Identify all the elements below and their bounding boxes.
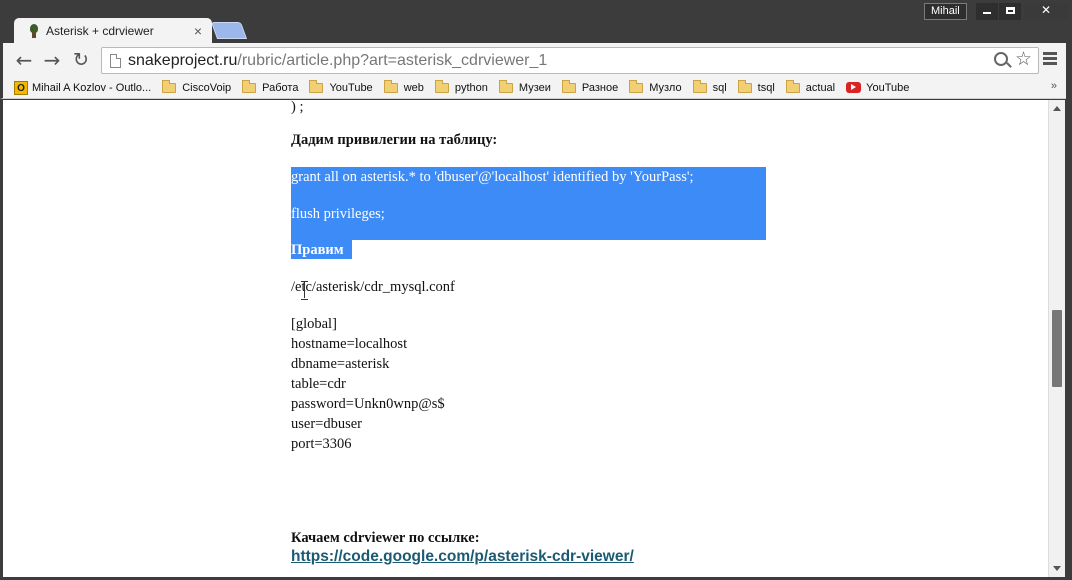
folder-icon — [434, 79, 449, 93]
outlook-icon: O — [14, 80, 28, 95]
config-line: hostname=localhost — [291, 336, 408, 352]
folder-icon — [692, 79, 707, 93]
download-heading: Качаем cdrviewer по ссылке: — [291, 530, 480, 546]
bookmark-star-icon[interactable]: ☆ — [1015, 49, 1032, 71]
search-icon[interactable] — [994, 52, 1008, 66]
bookmark-item[interactable]: web — [383, 79, 424, 94]
tab-title: Asterisk + cdrviewer — [46, 23, 154, 38]
download-link[interactable]: https://code.google.com/p/asterisk-cdr-v… — [291, 548, 634, 565]
bookmark-item[interactable]: sql — [692, 79, 727, 94]
address-bar[interactable]: snakeproject.ru/rubric/article.php?art=a… — [101, 47, 1039, 74]
page-icon — [110, 53, 121, 68]
folder-icon — [242, 79, 257, 93]
bookmark-label: Разное — [581, 81, 619, 94]
grant-command: grant all on asterisk.* to 'dbuser'@'loc… — [291, 169, 694, 185]
url-host: snakeproject.ru — [128, 51, 238, 69]
title-bar: Asterisk + cdrviewer × Mihail ✕ — [0, 0, 1072, 43]
folder-icon — [561, 79, 576, 93]
privileges-heading: Дадим привилегии на таблицу: — [291, 132, 498, 148]
edit-heading: Правим — [291, 242, 344, 258]
scrollbar-thumb[interactable] — [1052, 310, 1062, 387]
bookmark-label: tsql — [757, 81, 775, 94]
bookmark-item[interactable]: Музло — [629, 79, 682, 94]
bookmark-label: Работа — [262, 81, 299, 94]
bookmark-label: YouTube — [866, 81, 910, 94]
code-fragment: ) ; — [291, 100, 304, 115]
folder-icon — [737, 79, 752, 93]
bookmark-item[interactable]: tsql — [737, 79, 775, 94]
tab-asterisk-cdrviewer[interactable]: Asterisk + cdrviewer × — [14, 18, 212, 43]
bookmark-item[interactable]: YouTube — [309, 79, 373, 94]
bookmark-label: actual — [805, 81, 836, 94]
vertical-scrollbar[interactable] — [1048, 100, 1065, 577]
new-tab-button[interactable] — [210, 22, 248, 39]
minimize-button[interactable] — [976, 3, 998, 20]
config-line: table=cdr — [291, 376, 346, 392]
asterisk-favicon-icon — [28, 23, 40, 38]
chrome-menu-icon[interactable] — [1043, 52, 1057, 66]
bookmark-label: web — [403, 81, 424, 94]
bookmark-label: Mihail A Kozlov - Outlo... — [32, 81, 152, 94]
bookmark-item[interactable]: Работа — [242, 79, 299, 94]
folder-icon — [498, 79, 513, 93]
bookmark-label: Музеи — [518, 81, 551, 94]
folder-icon — [629, 79, 644, 93]
bookmark-item[interactable]: Разное — [561, 79, 619, 94]
back-button[interactable]: ← — [12, 48, 36, 72]
browser-toolbar: ← → ↻ snakeproject.ru/rubric/article.php… — [0, 43, 1072, 77]
config-line: user=dbuser — [291, 416, 362, 432]
bookmark-label: YouTube — [329, 81, 373, 94]
bookmark-item[interactable]: Музеи — [498, 79, 551, 94]
page-content: ) ; Дадим привилегии на таблицу: grant a… — [3, 100, 1048, 577]
folder-icon — [383, 79, 398, 93]
bookmark-label: Музло — [649, 81, 682, 94]
bookmark-item[interactable]: actual — [785, 79, 836, 94]
bookmark-label: sql — [712, 81, 727, 94]
profile-user-button[interactable]: Mihail — [924, 3, 967, 20]
tab-close-icon[interactable]: × — [192, 24, 204, 38]
url-path: /rubric/article.php?art=asterisk_cdrview… — [237, 51, 548, 69]
youtube-icon — [846, 82, 862, 93]
bookmarks-overflow-button[interactable]: » — [1051, 80, 1057, 92]
config-line: [global] — [291, 316, 337, 332]
maximize-icon — [1005, 7, 1015, 14]
folder-icon — [309, 79, 324, 93]
bookmark-label: CiscoVoip — [182, 81, 232, 94]
scroll-up-arrow-icon[interactable] — [1053, 106, 1061, 111]
browser-window: Asterisk + cdrviewer × Mihail ✕ ← → ↻ sn… — [0, 0, 1072, 580]
bookmarks-bar: O Mihail A Kozlov - Outlo... CiscoVoip Рабо… — [0, 77, 1072, 99]
text-cursor-icon — [301, 281, 308, 300]
maximize-button[interactable] — [999, 3, 1021, 20]
bookmark-label: python — [454, 81, 488, 94]
config-line: port=3306 — [291, 436, 352, 452]
config-path: /etc/asterisk/cdr_mysql.conf — [291, 279, 455, 295]
bookmark-item[interactable]: YouTube — [846, 82, 909, 94]
forward-button[interactable]: → — [40, 48, 64, 72]
close-window-button[interactable]: ✕ — [1024, 3, 1068, 20]
bookmark-item[interactable]: CiscoVoip — [162, 79, 232, 94]
reload-button[interactable]: ↻ — [69, 48, 93, 72]
folder-icon — [785, 79, 800, 93]
config-line: dbname=asterisk — [291, 356, 390, 372]
bookmark-item[interactable]: O Mihail A Kozlov - Outlo... — [14, 80, 152, 95]
bookmark-item[interactable]: python — [434, 79, 488, 94]
flush-command: flush privileges; — [291, 206, 385, 222]
window-border-right — [1066, 43, 1072, 580]
config-line: password=Unkn0wnp@s$ — [291, 396, 445, 412]
scroll-down-arrow-icon[interactable] — [1053, 566, 1061, 571]
folder-icon — [162, 79, 177, 93]
minimize-icon — [983, 12, 991, 14]
